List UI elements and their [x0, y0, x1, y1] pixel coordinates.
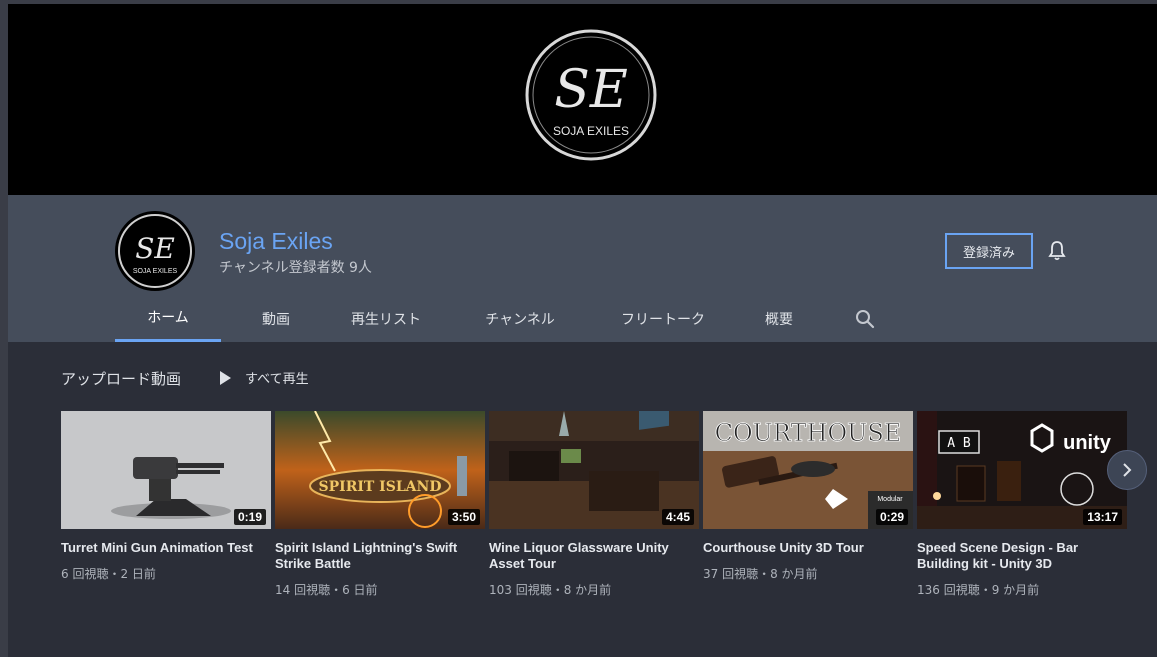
svg-text:A B: A B	[947, 436, 971, 451]
video-title[interactable]: Wine Liquor Glassware Unity Asset Tour	[489, 540, 694, 572]
video-thumbnail[interactable]: 4:45	[489, 411, 699, 529]
carousel-next-button[interactable]	[1107, 450, 1147, 490]
tab-videos[interactable]: 動画	[251, 295, 301, 342]
svg-text:unity: unity	[1063, 432, 1112, 454]
svg-text:SE: SE	[554, 60, 628, 120]
svg-text:COURTHOUSE: COURTHOUSE	[715, 419, 902, 447]
search-icon[interactable]	[853, 307, 877, 331]
play-all-button[interactable]: すべて再生	[220, 368, 309, 387]
video-thumbnail[interactable]: COURTHOUSE Modular 0:29	[703, 411, 913, 529]
tab-playlists[interactable]: 再生リスト	[343, 295, 429, 342]
video-card[interactable]: COURTHOUSE Modular 0:29 Courthouse Unity…	[703, 411, 913, 582]
video-thumbnail[interactable]: SPIRIT ISLAND 3:50	[275, 411, 485, 529]
tab-discussion[interactable]: フリートーク	[611, 295, 715, 342]
channel-header: SE SOJA EXILES Soja Exiles チャンネル登録者数 9人 …	[8, 195, 1157, 342]
video-thumbnail[interactable]: A B unity 13:17	[917, 411, 1127, 529]
bell-icon[interactable]	[1045, 239, 1069, 263]
video-card[interactable]: 0:19 Turret Mini Gun Animation Test 6 回視…	[61, 411, 271, 582]
video-meta: 136 回視聴・9 か月前	[917, 583, 1040, 597]
svg-text:SE: SE	[135, 232, 175, 265]
video-meta: 14 回視聴・6 日前	[275, 583, 378, 597]
svg-text:SPIRIT ISLAND: SPIRIT ISLAND	[319, 479, 442, 495]
section-title: アップロード動画	[61, 370, 182, 388]
video-meta: 103 回視聴・8 か月前	[489, 583, 612, 597]
channel-name: Soja Exiles	[219, 228, 333, 254]
video-card[interactable]: 4:45 Wine Liquor Glassware Unity Asset T…	[489, 411, 699, 598]
channel-banner: SE SOJA EXILES	[8, 4, 1157, 195]
video-meta: 37 回視聴・8 か月前	[703, 567, 818, 581]
video-duration: 0:29	[875, 509, 908, 525]
video-meta: 6 回視聴・2 日前	[61, 567, 156, 581]
subscribe-button[interactable]: 登録済み	[945, 233, 1033, 269]
svg-text:SOJA EXILES: SOJA EXILES	[553, 124, 629, 138]
video-duration: 3:50	[447, 509, 480, 525]
svg-text:SOJA EXILES: SOJA EXILES	[133, 268, 178, 275]
channel-tabs: ホーム 動画 再生リスト チャンネル フリートーク 概要	[115, 295, 915, 342]
svg-text:Modular: Modular	[877, 496, 903, 503]
video-duration: 0:19	[233, 509, 266, 525]
tab-home[interactable]: ホーム	[115, 295, 221, 342]
chevron-right-icon	[1123, 463, 1132, 477]
left-strip	[0, 0, 8, 657]
channel-avatar[interactable]: SE SOJA EXILES	[115, 211, 195, 291]
video-title[interactable]: Spirit Island Lightning's Swift Strike B…	[275, 540, 480, 572]
play-icon	[220, 370, 231, 385]
video-card[interactable]: A B unity 13:17 Speed Scene Design - Bar…	[917, 411, 1127, 598]
video-duration: 4:45	[661, 509, 694, 525]
subscriber-count: チャンネル登録者数 9人	[219, 260, 372, 276]
banner-logo: SE SOJA EXILES	[525, 29, 657, 161]
video-card[interactable]: SPIRIT ISLAND 3:50 Spirit Island Lightni…	[275, 411, 485, 598]
video-duration: 13:17	[1083, 509, 1122, 525]
play-all-label: すべて再生	[245, 372, 309, 387]
video-title[interactable]: Courthouse Unity 3D Tour	[703, 540, 908, 556]
video-title[interactable]: Turret Mini Gun Animation Test	[61, 540, 266, 556]
video-title[interactable]: Speed Scene Design - Bar Building kit - …	[917, 540, 1122, 572]
tab-channels[interactable]: チャンネル	[477, 295, 563, 342]
tab-about[interactable]: 概要	[759, 295, 799, 342]
video-thumbnail[interactable]: 0:19	[61, 411, 271, 529]
